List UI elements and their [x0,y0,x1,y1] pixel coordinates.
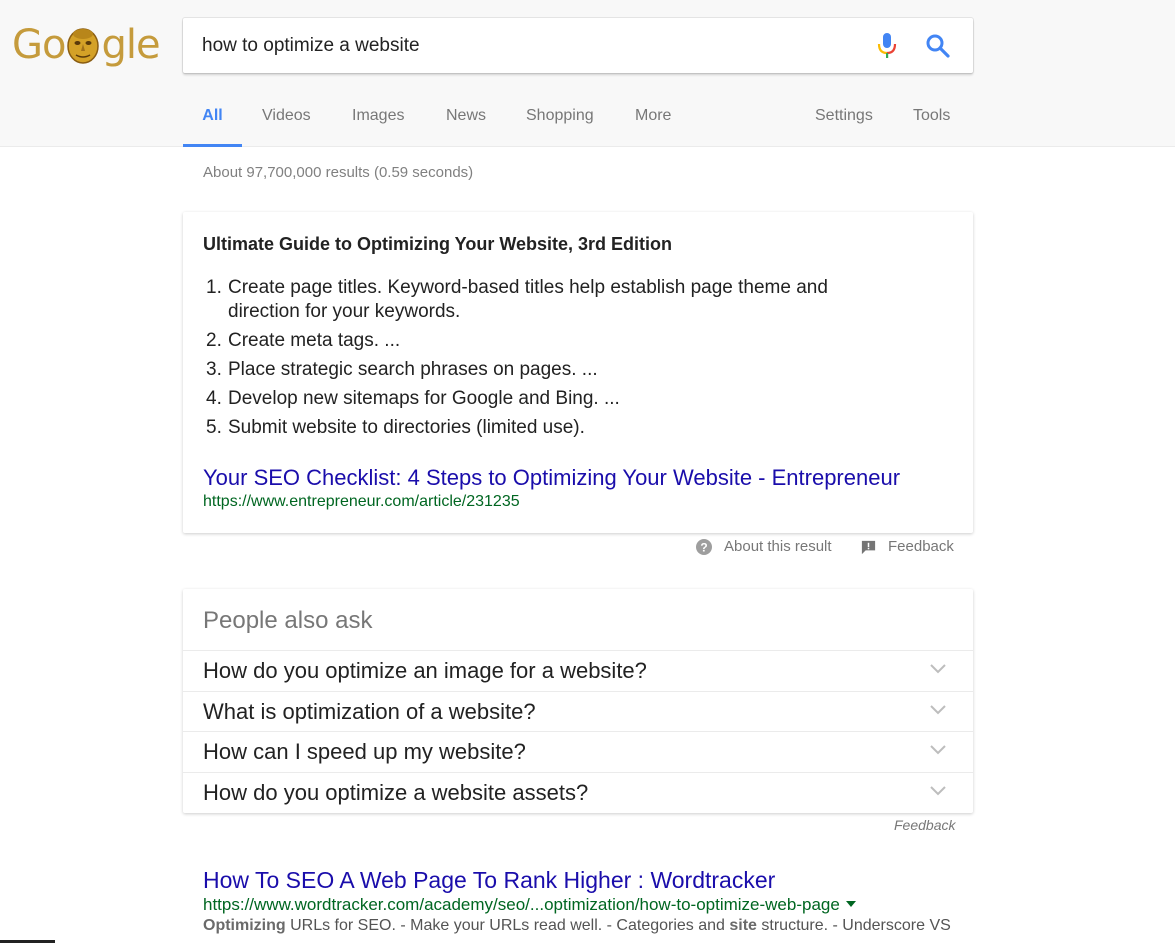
snippet-heading: Ultimate Guide to Optimizing Your Websit… [203,234,673,254]
highlight-term: site [729,917,757,934]
people-also-ask: People also ask How do you optimize an i… [183,589,973,813]
snippet-text: structure. - Underscore VS [756,917,951,934]
snippet-source: Your SEO Checklist: 4 Steps to Optimizin… [203,464,900,512]
highlight-term: Optimizing [203,917,286,934]
search-input[interactable] [202,32,862,60]
paa-question-text: How do you optimize an image for a websi… [203,658,647,683]
google-logo[interactable]: Go gle [12,22,161,68]
chevron-down-icon [929,662,947,676]
paa-title: People also ask [203,607,373,634]
snippet-list: 1. Create page titles. Keyword-based titl… [203,276,883,445]
logo-text-start: Go [12,22,66,68]
result-title-link[interactable]: How To SEO A Web Page To Rank Higher : W… [203,866,963,894]
snippet-source-url: https://www.entrepreneur.com/article/231… [203,493,520,510]
tab-videos[interactable]: Videos [262,96,311,147]
tab-settings[interactable]: Settings [815,96,873,147]
paa-feedback-link[interactable]: Feedback [894,817,955,833]
snippet-list-item: 5. Submit website to directories (limited… [203,416,883,440]
search-header: Gogle All Videos Images News Shopping Mo… [0,0,1175,147]
snippet-list-item: 1. Create page titles. Keyword-based titl… [203,276,883,324]
list-number: 1. [206,277,222,298]
url-dropdown-arrow-icon[interactable] [845,901,856,907]
list-number: 5. [206,417,222,438]
help-icon: ? [695,538,713,562]
result-url: https://www.wordtracker.com/academy/seo/… [203,895,840,914]
microphone-icon[interactable] [876,32,898,60]
list-text: Create meta tags. ... [228,330,401,351]
search-result: How To SEO A Web Page To Rank Higher : W… [203,866,963,936]
list-text: Develop new sitemaps for Google and Bing… [228,388,620,409]
list-number: 4. [206,388,222,409]
feedback-icon [860,539,877,562]
tab-shopping[interactable]: Shopping [526,96,594,147]
chevron-down-icon [929,784,947,798]
list-text: Create page titles. Keyword-based titles… [228,277,828,322]
result-url-line: https://www.wordtracker.com/academy/seo/… [203,894,963,916]
paa-question-text: What is optimization of a website? [203,699,536,724]
face-doodle-icon [66,26,100,64]
result-stats: About 97,700,000 results (0.59 seconds) [203,164,474,181]
list-number: 2. [206,330,222,351]
tab-tools[interactable]: Tools [913,96,950,147]
paa-question-text: How do you optimize a website assets? [203,780,589,805]
chevron-down-icon [929,743,947,757]
snippet-list-item: 2. Create meta tags. ... [203,329,883,353]
list-text: Submit website to directories (limited u… [228,417,585,438]
svg-text:?: ? [700,541,707,555]
logo-text-end: gle [101,22,160,68]
tab-more[interactable]: More [635,96,671,147]
list-number: 3. [206,359,222,380]
paa-question[interactable]: What is optimization of a website? [183,691,973,732]
search-icon[interactable] [925,33,951,59]
snippet-source-link[interactable]: Your SEO Checklist: 4 Steps to Optimizin… [203,464,900,492]
result-snippet: Optimizing URLs for SEO. - Make your URL… [203,916,963,936]
paa-question[interactable]: How can I speed up my website? [183,731,973,772]
about-label: About this result [724,538,832,555]
paa-question[interactable]: How do you optimize an image for a websi… [183,650,973,691]
list-text: Place strategic search phrases on pages.… [228,359,598,380]
snippet-text: URLs for SEO. - Make your URLs read well… [285,917,730,934]
featured-snippet: Ultimate Guide to Optimizing Your Websit… [183,212,973,533]
feedback-label: Feedback [888,538,954,555]
snippet-list-item: 3. Place strategic search phrases on page… [203,358,883,382]
snippet-feedback-link[interactable]: Feedback [860,537,960,557]
tab-images[interactable]: Images [352,96,404,147]
search-box [183,18,973,73]
paa-question-text: How can I speed up my website? [203,739,526,764]
paa-question[interactable]: How do you optimize a website assets? [183,772,973,813]
chevron-down-icon [929,703,947,717]
tab-all[interactable]: All [183,96,242,147]
tab-news[interactable]: News [446,96,486,147]
snippet-list-item: 4. Develop new sitemaps for Google and Bi… [203,387,883,411]
about-this-result-link[interactable]: ? About this result [695,537,840,557]
